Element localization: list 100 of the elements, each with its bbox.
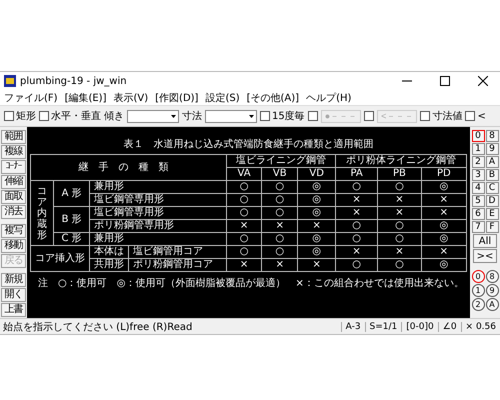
status-field: A-3 (340, 322, 365, 332)
table-cell: ○ (335, 180, 378, 194)
tool-button[interactable]: 複写 (1, 224, 26, 238)
table-cell: ○ (262, 246, 298, 258)
table-cell: × (262, 220, 298, 232)
window-title: plumbing-19 - jw_win (20, 76, 128, 86)
combo-field[interactable] (127, 110, 179, 122)
table-cell: × (378, 246, 422, 258)
tool-button[interactable]: 消去 (1, 205, 26, 219)
tool-button[interactable]: 範囲 (1, 130, 26, 144)
checkbox[interactable] (260, 111, 270, 121)
tool-button[interactable]: 新規 (1, 273, 26, 287)
type-cell: 塩ビ鋼管用コア (128, 246, 226, 258)
table-cell: ○ (378, 232, 422, 246)
header-cell: VA (226, 168, 262, 180)
status-field: × 0.56 (460, 322, 500, 332)
table-cell: ◎ (421, 258, 466, 272)
table-cell: ◎ (421, 180, 466, 194)
checkbox[interactable] (364, 111, 374, 121)
checkbox[interactable] (420, 111, 430, 121)
table-cell: ○ (378, 258, 422, 272)
drawing-title: 表１ 水道用ねじ込み式管端防食継手の種類と適用範囲 (124, 138, 374, 151)
table-cell: ○ (335, 232, 378, 246)
layer-button[interactable]: 7 (472, 221, 484, 233)
combo-field[interactable] (205, 110, 257, 122)
table-cell: ◎ (298, 180, 336, 194)
tool-button[interactable]: 伸縮 (1, 175, 26, 189)
checkbox[interactable] (308, 111, 318, 121)
tool-button[interactable]: 上書 (1, 303, 26, 317)
layer-button[interactable]: F (486, 221, 498, 233)
menu-item[interactable]: [その他(A)] (246, 90, 300, 104)
checkbox[interactable] (465, 111, 476, 121)
layer-button[interactable]: B (486, 169, 498, 181)
layer-button[interactable]: C (486, 182, 498, 194)
menu-item[interactable]: [編集(E)] (64, 90, 106, 104)
layer-group-button[interactable]: A (486, 298, 498, 311)
table-cell: × (335, 206, 378, 220)
table-cell: × (421, 194, 466, 206)
table-cell: ○ (262, 180, 298, 194)
layer-button[interactable]: 0 (472, 130, 484, 142)
layer-button[interactable]: 3 (472, 169, 484, 181)
menu-item[interactable]: [作図(D)] (155, 90, 198, 104)
layer-button[interactable]: All (473, 234, 497, 248)
table-cell: ◎ (298, 232, 336, 246)
table-cell: × (378, 206, 422, 220)
layer-button[interactable]: 2 (472, 156, 484, 168)
menu-item[interactable]: ファイル(F) (4, 90, 58, 104)
table-cell: ○ (378, 180, 422, 194)
table-cell: ◎ (421, 220, 466, 232)
table-cell: ◎ (298, 246, 336, 258)
header-cell: PD (421, 168, 466, 180)
menu-item[interactable]: ヘルプ(H) (306, 90, 352, 104)
table-cell: × (335, 246, 378, 258)
status-field: ∠0 (438, 322, 461, 332)
table-cell: ◎ (421, 232, 466, 246)
menu-item[interactable]: 設定(S) (205, 90, 240, 104)
layer-group-button[interactable]: 1 (472, 284, 484, 297)
layer-button[interactable]: >< (473, 249, 497, 263)
header-cell: 継手の種類 (30, 154, 226, 180)
layer-button[interactable]: E (486, 208, 498, 220)
checkbox[interactable] (4, 111, 14, 121)
layer-group-button[interactable]: 8 (486, 270, 498, 283)
header-cell: 塩ビライニング鋼管 (226, 154, 336, 168)
layer-group-button[interactable]: 2 (472, 298, 484, 311)
tool-button[interactable]: 複線 (1, 145, 26, 159)
type-cell: 兼用形 (90, 232, 226, 246)
header-cell: PA (335, 168, 378, 180)
table-cell: ○ (226, 180, 262, 194)
table-cell: ○ (226, 246, 262, 258)
tool-button[interactable]: ｺｰﾅｰ (1, 160, 26, 174)
layer-group-button[interactable]: 9 (486, 284, 498, 297)
table-cell: ◎ (298, 206, 336, 220)
tool-button[interactable]: 開く (1, 288, 26, 302)
layer-button[interactable]: 6 (472, 208, 484, 220)
table-cell: ○ (335, 258, 378, 272)
group-cell: コア内蔵形 (30, 180, 54, 246)
checkbox[interactable] (39, 111, 49, 121)
layer-group-button[interactable]: 0 (472, 270, 484, 283)
type-cell: 塩ビ鋼管専用形 (90, 206, 226, 220)
layer-button[interactable]: 1 (472, 143, 484, 155)
layer-button[interactable]: 8 (486, 130, 498, 142)
type-cell: 兼用形 (90, 180, 226, 194)
menu-item[interactable]: 表示(V) (114, 90, 148, 104)
note-text: 注 ○：使用可 ◎：使用可（外面樹脂被覆品が最適） ×：この組合わせでは使用出来ない。 (38, 276, 464, 290)
tool-button[interactable]: 移動 (1, 239, 26, 253)
layer-button[interactable]: 5 (472, 195, 484, 207)
tool-button[interactable]: 面取 (1, 190, 26, 204)
layer-button[interactable]: 4 (472, 182, 484, 194)
checkbox-label: 矩形 (16, 110, 36, 123)
layer-button[interactable]: 9 (486, 143, 498, 155)
table-cell: × (421, 246, 466, 258)
layer-button[interactable]: D (486, 195, 498, 207)
status-message: 始点を指示してください (L)free (R)Read (3, 320, 194, 334)
table-cell: ○ (226, 232, 262, 246)
header-cell: ポリ粉体ライニング鋼管 (335, 154, 466, 168)
status-field: [0-0]0 (401, 322, 438, 332)
header-cell: VD (298, 168, 336, 180)
table-cell: ○ (262, 206, 298, 220)
type-cell: 塩ビ鋼管専用形 (90, 194, 226, 206)
layer-button[interactable]: A (486, 156, 498, 168)
